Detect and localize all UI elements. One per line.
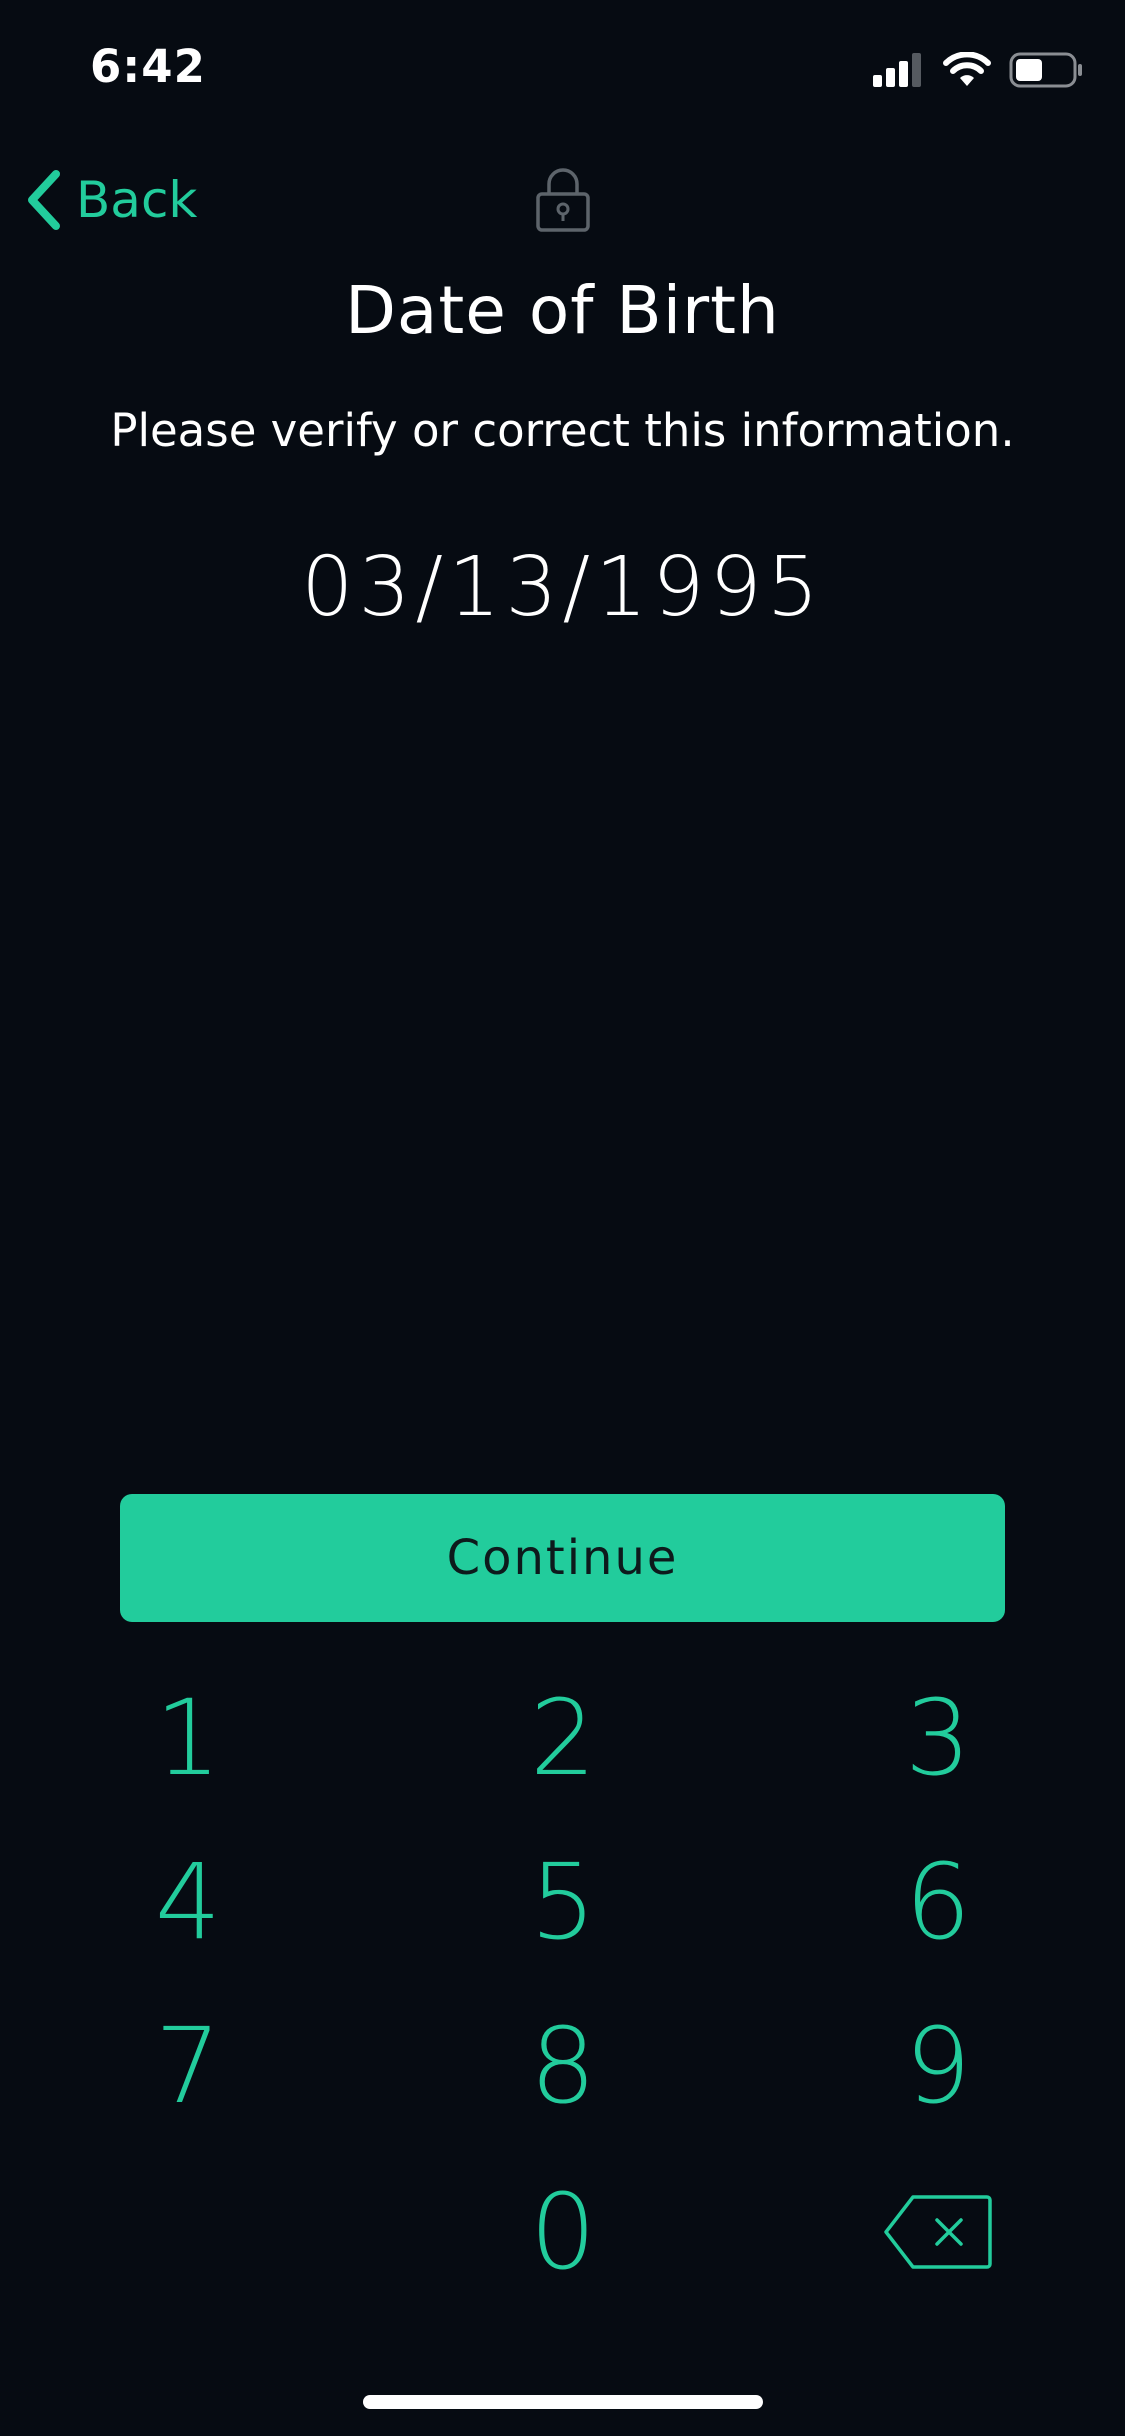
backspace-icon [884, 2195, 992, 2269]
back-button[interactable]: Back [24, 160, 197, 240]
keypad-key-0[interactable]: 0 [443, 2162, 683, 2302]
back-label: Back [76, 171, 198, 229]
lock-icon [536, 168, 590, 232]
battery-icon [1009, 52, 1082, 88]
keypad-key-5[interactable]: 5 [443, 1832, 683, 1972]
wifi-icon [943, 52, 991, 86]
continue-label: Continue [446, 1530, 679, 1586]
cellular-signal-icon [873, 53, 921, 87]
continue-button[interactable]: Continue [120, 1494, 1005, 1622]
keypad-key-1[interactable]: 1 [68, 1668, 308, 1808]
chevron-left-icon [28, 170, 60, 230]
home-indicator[interactable] [363, 2395, 763, 2409]
keypad-key-3[interactable]: 3 [818, 1668, 1058, 1808]
keypad-key-8[interactable]: 8 [443, 1996, 683, 2136]
keypad-key-7[interactable]: 7 [68, 1996, 308, 2136]
page-title: Date of Birth [345, 272, 780, 349]
backspace-button[interactable] [818, 2162, 1058, 2302]
status-icons [873, 48, 1083, 92]
keypad-key-9[interactable]: 9 [818, 1996, 1058, 2136]
keypad-key-4[interactable]: 4 [68, 1832, 308, 1972]
screen: 6:42 Back Date of Birth Please verify or… [0, 0, 1125, 2436]
status-time: 6:42 [90, 40, 206, 93]
keypad-key-2[interactable]: 2 [443, 1668, 683, 1808]
page-subtitle: Please verify or correct this informatio… [110, 404, 1015, 457]
date-of-birth-field[interactable]: 03/13/1995 [0, 540, 1125, 635]
keypad-key-6[interactable]: 6 [818, 1832, 1058, 1972]
